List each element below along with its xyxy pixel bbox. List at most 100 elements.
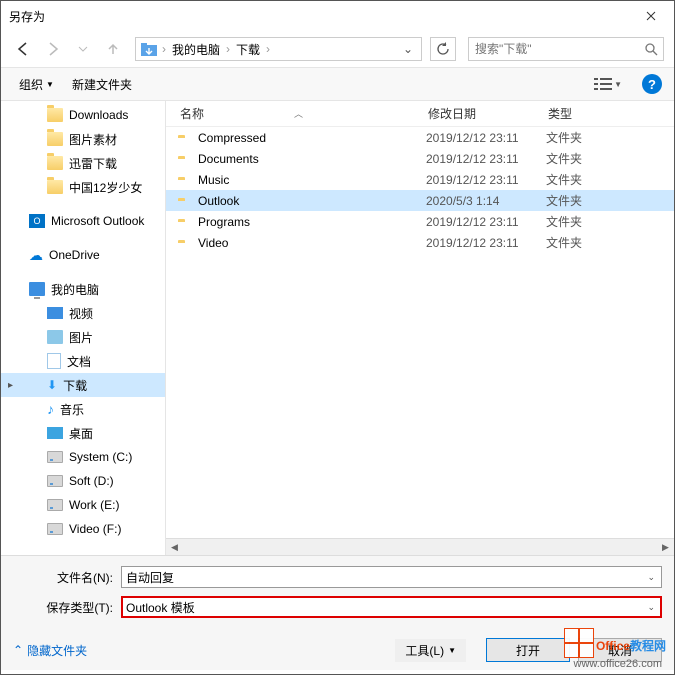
tree-item-system-c[interactable]: System (C:) bbox=[1, 445, 165, 469]
savetype-row: 保存类型(T): Outlook 模板 ⌄ bbox=[13, 596, 662, 618]
save-as-dialog: 另存为 › 我的电脑 › 下载 › ⌄ bbox=[0, 0, 675, 675]
help-button[interactable]: ? bbox=[642, 74, 662, 94]
up-icon bbox=[105, 41, 121, 57]
chevron-down-icon: ▼ bbox=[46, 80, 54, 89]
address-dropdown-icon[interactable]: ⌄ bbox=[397, 42, 419, 56]
hide-folders-button[interactable]: ⌃ 隐藏文件夹 bbox=[13, 642, 87, 659]
tree-item-documents[interactable]: 文档 bbox=[1, 349, 165, 373]
view-options-button[interactable]: ▼ bbox=[590, 75, 626, 93]
collapse-arrow-icon: ⌃ bbox=[13, 643, 23, 657]
scroll-right-icon[interactable]: ▶ bbox=[657, 539, 674, 556]
forward-icon bbox=[45, 41, 61, 57]
back-icon bbox=[15, 41, 31, 57]
tree-item-music[interactable]: ♪音乐 bbox=[1, 397, 165, 421]
tree-item-downloads[interactable]: Downloads bbox=[1, 103, 165, 127]
sort-asc-icon: ︿ bbox=[294, 107, 303, 120]
music-icon: ♪ bbox=[47, 401, 54, 417]
filename-dropdown-icon[interactable]: ⌄ bbox=[645, 572, 657, 583]
tree-item-work-e[interactable]: Work (E:) bbox=[1, 493, 165, 517]
folder-icon bbox=[47, 180, 63, 194]
drive-icon bbox=[47, 523, 63, 535]
filename-label: 文件名(N): bbox=[13, 569, 121, 586]
drive-icon bbox=[47, 451, 63, 463]
horizontal-scrollbar[interactable]: ◀ ▶ bbox=[166, 538, 674, 555]
savetype-field[interactable]: Outlook 模板 ⌄ bbox=[121, 596, 662, 618]
chevron-down-icon bbox=[78, 44, 88, 54]
tree-item-onedrive[interactable]: ☁OneDrive bbox=[1, 243, 165, 267]
crumb-sep-icon: › bbox=[224, 42, 232, 56]
savetype-dropdown-icon[interactable]: ⌄ bbox=[645, 602, 657, 613]
filename-row: 文件名(N): ⌄ bbox=[13, 566, 662, 588]
file-row[interactable]: Compressed2019/12/12 23:11文件夹 bbox=[166, 127, 674, 148]
dialog-body: Downloads 图片素材 迅雷下载 中国12岁少女 OMicrosoft O… bbox=[1, 101, 674, 555]
watermark-url: www.office26.com bbox=[574, 658, 662, 670]
crumb-downloads[interactable]: 下载 bbox=[232, 38, 264, 60]
titlebar: 另存为 bbox=[1, 1, 674, 31]
refresh-icon bbox=[436, 42, 450, 56]
close-button[interactable] bbox=[628, 1, 674, 31]
folder-icon bbox=[47, 156, 63, 170]
forward-button[interactable] bbox=[41, 37, 65, 61]
documents-icon bbox=[47, 353, 61, 369]
chevron-down-icon: ▼ bbox=[614, 80, 622, 89]
tree-item-download[interactable]: ⬇下载 bbox=[1, 373, 165, 397]
drive-icon bbox=[47, 499, 63, 511]
savetype-value: Outlook 模板 bbox=[126, 599, 645, 616]
file-list[interactable]: Compressed2019/12/12 23:11文件夹 Documents2… bbox=[166, 127, 674, 538]
tree-item-my-pc[interactable]: 我的电脑 bbox=[1, 277, 165, 301]
crumb-my-pc[interactable]: 我的电脑 bbox=[168, 38, 224, 60]
tree-item-video-f[interactable]: Video (F:) bbox=[1, 517, 165, 541]
tree-item-outlook[interactable]: OMicrosoft Outlook bbox=[1, 209, 165, 233]
filename-input[interactable] bbox=[126, 570, 645, 584]
file-row-selected[interactable]: Outlook2020/5/3 1:14文件夹 bbox=[166, 190, 674, 211]
address-bar[interactable]: › 我的电脑 › 下载 › ⌄ bbox=[135, 37, 422, 61]
search-input[interactable] bbox=[469, 42, 639, 56]
column-date[interactable]: 修改日期 bbox=[422, 105, 542, 122]
tree-item-desktop[interactable]: 桌面 bbox=[1, 421, 165, 445]
column-type[interactable]: 类型 bbox=[542, 105, 622, 122]
bottom-panel: 文件名(N): ⌄ 保存类型(T): Outlook 模板 ⌄ ⌃ 隐藏文件夹 … bbox=[1, 555, 674, 670]
back-button[interactable] bbox=[11, 37, 35, 61]
tree-item-cn12[interactable]: 中国12岁少女 bbox=[1, 175, 165, 199]
folder-icon bbox=[47, 108, 63, 122]
file-row[interactable]: Music2019/12/12 23:11文件夹 bbox=[166, 169, 674, 190]
tools-button[interactable]: 工具(L) ▼ bbox=[395, 639, 466, 662]
savetype-label: 保存类型(T): bbox=[13, 599, 121, 616]
crumb-sep-icon: › bbox=[160, 42, 168, 56]
organize-label: 组织 bbox=[19, 76, 43, 93]
close-icon bbox=[646, 11, 656, 21]
drive-icon bbox=[47, 475, 63, 487]
new-folder-button[interactable]: 新建文件夹 bbox=[66, 73, 138, 96]
view-icon bbox=[594, 77, 612, 91]
chevron-down-icon: ▼ bbox=[448, 646, 456, 655]
tree-item-pictures[interactable]: 图片 bbox=[1, 325, 165, 349]
window-title: 另存为 bbox=[9, 8, 628, 25]
tree-item-video[interactable]: 视频 bbox=[1, 301, 165, 325]
column-name[interactable]: 名称︿ bbox=[174, 105, 422, 122]
file-row[interactable]: Documents2019/12/12 23:11文件夹 bbox=[166, 148, 674, 169]
tree-item-xunlei[interactable]: 迅雷下载 bbox=[1, 151, 165, 175]
open-button[interactable]: 打开 bbox=[486, 638, 570, 662]
cloud-icon: ☁ bbox=[29, 247, 43, 264]
scroll-left-icon[interactable]: ◀ bbox=[166, 539, 183, 556]
tree-item-network[interactable]: 网络 bbox=[1, 551, 165, 555]
download-icon: ⬇ bbox=[47, 378, 57, 392]
tree-item-soft-d[interactable]: Soft (D:) bbox=[1, 469, 165, 493]
video-icon bbox=[47, 307, 63, 319]
search-box[interactable] bbox=[468, 37, 664, 61]
tree-item-pictures-material[interactable]: 图片素材 bbox=[1, 127, 165, 151]
recent-locations-button[interactable] bbox=[71, 37, 95, 61]
up-button[interactable] bbox=[101, 37, 125, 61]
file-row[interactable]: Video2019/12/12 23:11文件夹 bbox=[166, 232, 674, 253]
refresh-button[interactable] bbox=[430, 37, 456, 61]
filename-field[interactable]: ⌄ bbox=[121, 566, 662, 588]
navigation-bar: › 我的电脑 › 下载 › ⌄ bbox=[1, 31, 674, 67]
file-list-header[interactable]: 名称︿ 修改日期 类型 bbox=[166, 101, 674, 127]
folder-tree[interactable]: Downloads 图片素材 迅雷下载 中国12岁少女 OMicrosoft O… bbox=[1, 101, 166, 555]
new-folder-label: 新建文件夹 bbox=[72, 76, 132, 93]
crumb-sep-icon: › bbox=[264, 42, 272, 56]
file-row[interactable]: Programs2019/12/12 23:11文件夹 bbox=[166, 211, 674, 232]
folder-icon bbox=[47, 132, 63, 146]
organize-button[interactable]: 组织 ▼ bbox=[13, 73, 60, 96]
search-icon[interactable] bbox=[639, 42, 663, 56]
